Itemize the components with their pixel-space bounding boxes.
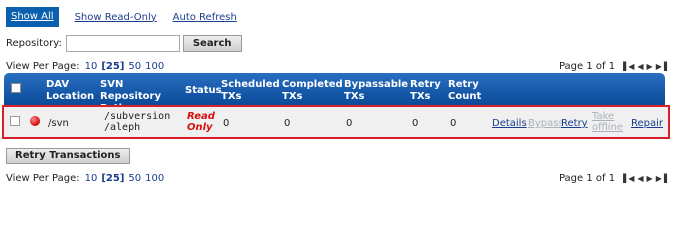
- per-page-50[interactable]: 50: [128, 173, 141, 184]
- repository-label: Repository:: [6, 37, 62, 49]
- page-indicator: Page 1 of 1: [558, 60, 616, 72]
- cell-scheduled: 0: [223, 118, 230, 129]
- status-line1: Read: [187, 111, 215, 122]
- first-page-icon[interactable]: ▌◀: [623, 62, 634, 71]
- cell-dav-location: /svn: [48, 118, 69, 129]
- prev-page-icon[interactable]: ◀: [637, 174, 643, 183]
- details-link[interactable]: Details: [492, 118, 527, 129]
- status-red-dot-icon: [30, 116, 40, 126]
- col-status: Status: [185, 85, 222, 96]
- take-offline-link: Take offline: [592, 111, 623, 133]
- retry-transactions-button[interactable]: Retry Transactions: [6, 148, 130, 164]
- cell-retry-txs: 0: [412, 118, 419, 129]
- repository-search: Repository: Search: [6, 34, 242, 52]
- per-page-25: [25]: [101, 172, 125, 184]
- first-page-icon[interactable]: ▌◀: [623, 174, 634, 183]
- retry-link[interactable]: Retry: [561, 118, 588, 129]
- per-page-25: [25]: [101, 60, 125, 72]
- col-bypassable: Bypassable TXs: [344, 79, 409, 102]
- col-retry-count: Retry Count: [448, 79, 482, 102]
- transactions-table: DAV Location SVN Repository Path Status …: [4, 73, 665, 114]
- status-line2: Only: [187, 122, 213, 133]
- col-scheduled: Scheduled TXs: [221, 79, 280, 102]
- cell-status: Read Only: [187, 111, 215, 133]
- show-read-only-link[interactable]: Show Read-Only: [75, 12, 157, 23]
- per-page-50[interactable]: 50: [128, 61, 141, 72]
- next-page-icon[interactable]: ▶: [647, 174, 653, 183]
- per-page-100[interactable]: 100: [145, 173, 164, 184]
- view-per-page-label: View Per Page:: [6, 172, 80, 184]
- last-page-icon[interactable]: ▶▐: [656, 174, 667, 183]
- table-header: DAV Location SVN Repository Path Status …: [4, 73, 665, 114]
- repository-input[interactable]: [65, 34, 180, 52]
- search-button[interactable]: Search: [182, 34, 242, 52]
- filter-bar: Show All Show Read-Only Auto Refresh: [6, 7, 237, 27]
- select-all-checkbox[interactable]: [11, 83, 21, 93]
- row-checkbox[interactable]: [10, 116, 20, 126]
- per-page-10[interactable]: 10: [85, 173, 98, 184]
- take-offline-line2: offline: [592, 122, 624, 133]
- paging-bottom: View Per Page: 10 [25] 50 100 Page 1 of …: [6, 171, 667, 185]
- cell-retry-count: 0: [450, 118, 457, 129]
- view-per-page-label: View Per Page:: [6, 60, 80, 72]
- paging-top: View Per Page: 10 [25] 50 100 Page 1 of …: [6, 59, 667, 73]
- svn-path-line2: /aleph: [104, 122, 141, 133]
- next-page-icon[interactable]: ▶: [647, 62, 653, 71]
- page-indicator: Page 1 of 1: [558, 172, 616, 184]
- svn-path-line1: /subversion: [104, 111, 171, 122]
- last-page-icon[interactable]: ▶▐: [656, 62, 667, 71]
- cell-svn-path: /subversion /aleph: [104, 111, 170, 133]
- cell-completed: 0: [284, 118, 291, 129]
- col-dav-location: DAV Location: [46, 79, 95, 102]
- cell-bypassable: 0: [346, 118, 353, 129]
- show-all-link[interactable]: Show All: [6, 7, 59, 27]
- take-offline-line1: Take: [592, 111, 615, 122]
- auto-refresh-link[interactable]: Auto Refresh: [173, 12, 237, 23]
- repair-link[interactable]: Repair: [631, 118, 663, 129]
- col-completed: Completed TXs: [282, 79, 343, 102]
- table-row: /svn /subversion /aleph Read Only 0 0 0 …: [2, 105, 670, 139]
- per-page-100[interactable]: 100: [145, 61, 164, 72]
- prev-page-icon[interactable]: ◀: [637, 62, 643, 71]
- per-page-10[interactable]: 10: [85, 61, 98, 72]
- col-retry-txs: Retry TXs: [410, 79, 441, 102]
- bypass-link: Bypass: [528, 118, 564, 129]
